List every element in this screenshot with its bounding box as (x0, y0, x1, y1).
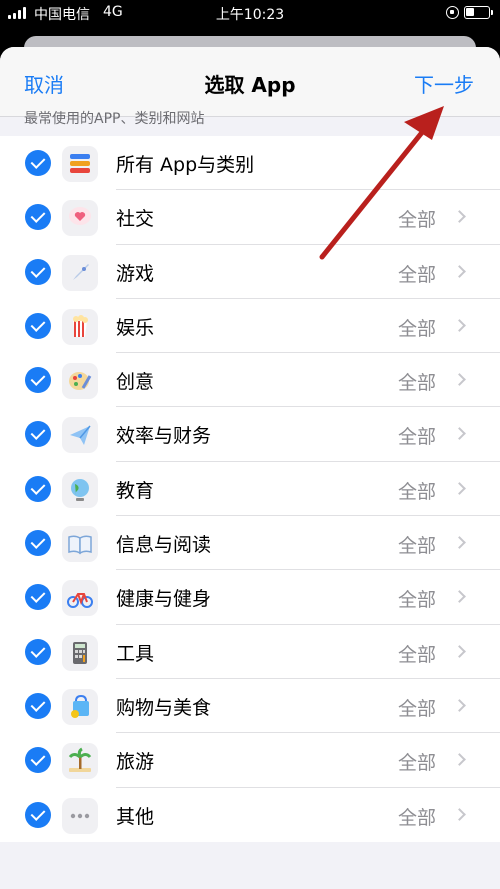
navigation-bar: 取消 选取 App 下一步 (0, 47, 500, 117)
checkmark-icon[interactable] (25, 747, 51, 774)
category-label: 效率与财务 (116, 425, 212, 448)
palm-tree-icon (62, 743, 98, 780)
clock: 上午10:23 (215, 7, 285, 23)
category-row[interactable]: 娱乐 全部 (0, 299, 500, 354)
book-icon (62, 526, 98, 563)
rocket-icon (62, 254, 98, 291)
category-label: 创意 (116, 371, 155, 394)
status-bar: 中国电信 4G 上午10:23 (0, 0, 500, 26)
calculator-icon (62, 634, 98, 671)
category-row[interactable]: 购物与美食 全部 (0, 679, 500, 734)
category-label: 游戏 (116, 262, 155, 285)
category-label: 信息与阅读 (116, 534, 212, 557)
next-button[interactable]: 下一步 (414, 69, 474, 98)
checkmark-icon[interactable] (25, 150, 51, 176)
category-row[interactable]: 旅游 全部 (0, 733, 500, 788)
category-value: 全部 (397, 372, 436, 395)
chevron-right-icon[interactable] (453, 807, 466, 821)
category-value: 全部 (397, 589, 436, 612)
category-value: 全部 (397, 535, 436, 558)
category-label: 工具 (116, 642, 155, 665)
checkmark-icon[interactable] (25, 638, 51, 665)
category-list: 所有 App与类别 社交 全部 游戏 全部 娱乐 全部 创意 全部 效率与财务 全部 教育 全部 信息与阅… (0, 136, 500, 842)
paper-plane-icon (62, 417, 98, 454)
category-label: 购物与美食 (116, 696, 212, 719)
category-label: 所有 App与类别 (116, 154, 255, 176)
checkmark-icon[interactable] (25, 801, 51, 828)
chevron-right-icon[interactable] (453, 753, 466, 767)
chevron-right-icon[interactable] (453, 590, 466, 604)
chevron-right-icon[interactable] (453, 373, 466, 387)
popcorn-icon (62, 308, 98, 345)
checkmark-icon[interactable] (25, 584, 51, 611)
checkmark-icon[interactable] (25, 367, 51, 394)
category-row[interactable]: 健康与健身 全部 (0, 570, 500, 625)
category-label: 教育 (116, 479, 155, 502)
category-label: 旅游 (116, 751, 155, 774)
category-row[interactable]: 工具 全部 (0, 625, 500, 679)
chevron-right-icon[interactable] (453, 644, 466, 658)
category-label: 社交 (116, 208, 155, 231)
category-value: 全部 (397, 806, 436, 829)
category-value: 全部 (397, 697, 436, 720)
category-label: 其他 (116, 805, 155, 828)
category-value: 全部 (397, 752, 436, 775)
checkmark-icon[interactable] (25, 421, 51, 448)
category-row[interactable]: 其他 全部 (0, 788, 500, 842)
palette-icon (62, 363, 98, 400)
checkmark-icon[interactable] (25, 258, 51, 285)
category-value: 全部 (397, 480, 436, 503)
category-value: 全部 (397, 426, 436, 449)
chevron-right-icon[interactable] (453, 481, 466, 495)
bicycle-icon (62, 580, 98, 617)
chevron-right-icon[interactable] (453, 427, 466, 441)
category-row[interactable]: 效率与财务 全部 (0, 407, 500, 462)
checkmark-icon[interactable] (25, 692, 51, 719)
category-label: 娱乐 (116, 316, 155, 339)
rotation-lock-icon (446, 6, 459, 19)
checkmark-icon[interactable] (25, 204, 51, 231)
stack-layers-icon (62, 146, 98, 182)
battery-icon (464, 6, 493, 19)
category-value: 全部 (397, 263, 436, 286)
ellipsis-icon (62, 797, 98, 834)
category-row[interactable]: 游戏 全部 (0, 245, 500, 299)
category-value: 全部 (397, 317, 436, 340)
chat-heart-icon (62, 200, 98, 237)
category-value: 全部 (397, 643, 436, 666)
category-value: 全部 (397, 209, 436, 232)
category-row[interactable]: 信息与阅读 全部 (0, 516, 500, 571)
category-row[interactable]: 所有 App与类别 (0, 136, 500, 191)
chevron-right-icon[interactable] (453, 699, 466, 712)
checkmark-icon[interactable] (25, 312, 51, 339)
globe-icon (62, 471, 98, 508)
checkmark-icon[interactable] (25, 475, 51, 502)
category-row[interactable]: 社交 全部 (0, 190, 500, 245)
shopping-bag-icon (62, 688, 98, 725)
category-row[interactable]: 创意 全部 (0, 353, 500, 408)
chevron-right-icon[interactable] (453, 319, 466, 332)
chevron-right-icon[interactable] (453, 264, 466, 278)
checkmark-icon[interactable] (25, 530, 51, 557)
category-row[interactable]: 教育 全部 (0, 462, 500, 517)
section-header: 最常使用的APP、类别和网站 (24, 111, 205, 127)
category-label: 健康与健身 (116, 588, 212, 611)
chevron-right-icon[interactable] (453, 210, 466, 224)
chevron-right-icon[interactable] (453, 536, 466, 549)
